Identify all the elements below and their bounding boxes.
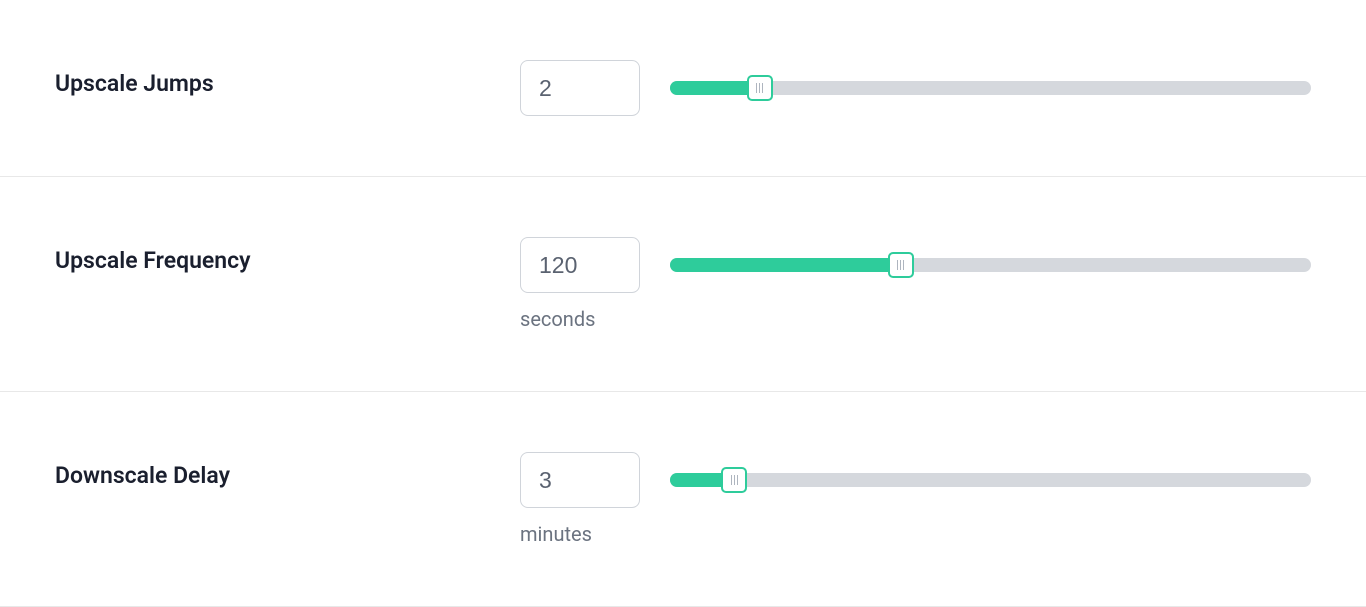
upscale-jumps-input-slider <box>520 60 1311 116</box>
upscale-frequency-controls: seconds <box>520 237 1311 331</box>
upscale-frequency-input[interactable] <box>520 237 640 293</box>
upscale-frequency-slider[interactable] <box>670 258 1311 272</box>
slider-handle[interactable] <box>888 252 914 278</box>
upscale-jumps-controls <box>520 60 1311 116</box>
upscale-jumps-input[interactable] <box>520 60 640 116</box>
upscale-jumps-row: Upscale Jumps <box>0 0 1366 177</box>
upscale-frequency-unit: seconds <box>520 307 1311 331</box>
upscale-frequency-label: Upscale Frequency <box>55 237 520 274</box>
slider-track-bg <box>670 473 1311 487</box>
slider-handle[interactable] <box>747 75 773 101</box>
upscale-frequency-row: Upscale Frequency seconds <box>0 177 1366 392</box>
upscale-jumps-slider[interactable] <box>670 81 1311 95</box>
downscale-delay-controls: minutes <box>520 452 1311 546</box>
downscale-delay-slider[interactable] <box>670 473 1311 487</box>
upscale-frequency-input-slider <box>520 237 1311 293</box>
downscale-delay-label: Downscale Delay <box>55 452 520 489</box>
upscale-jumps-label: Upscale Jumps <box>55 60 520 97</box>
downscale-delay-row: Downscale Delay minutes <box>0 392 1366 607</box>
slider-track-fill <box>670 258 901 272</box>
downscale-delay-unit: minutes <box>520 522 1311 546</box>
downscale-delay-input[interactable] <box>520 452 640 508</box>
slider-handle[interactable] <box>721 467 747 493</box>
downscale-delay-input-slider <box>520 452 1311 508</box>
